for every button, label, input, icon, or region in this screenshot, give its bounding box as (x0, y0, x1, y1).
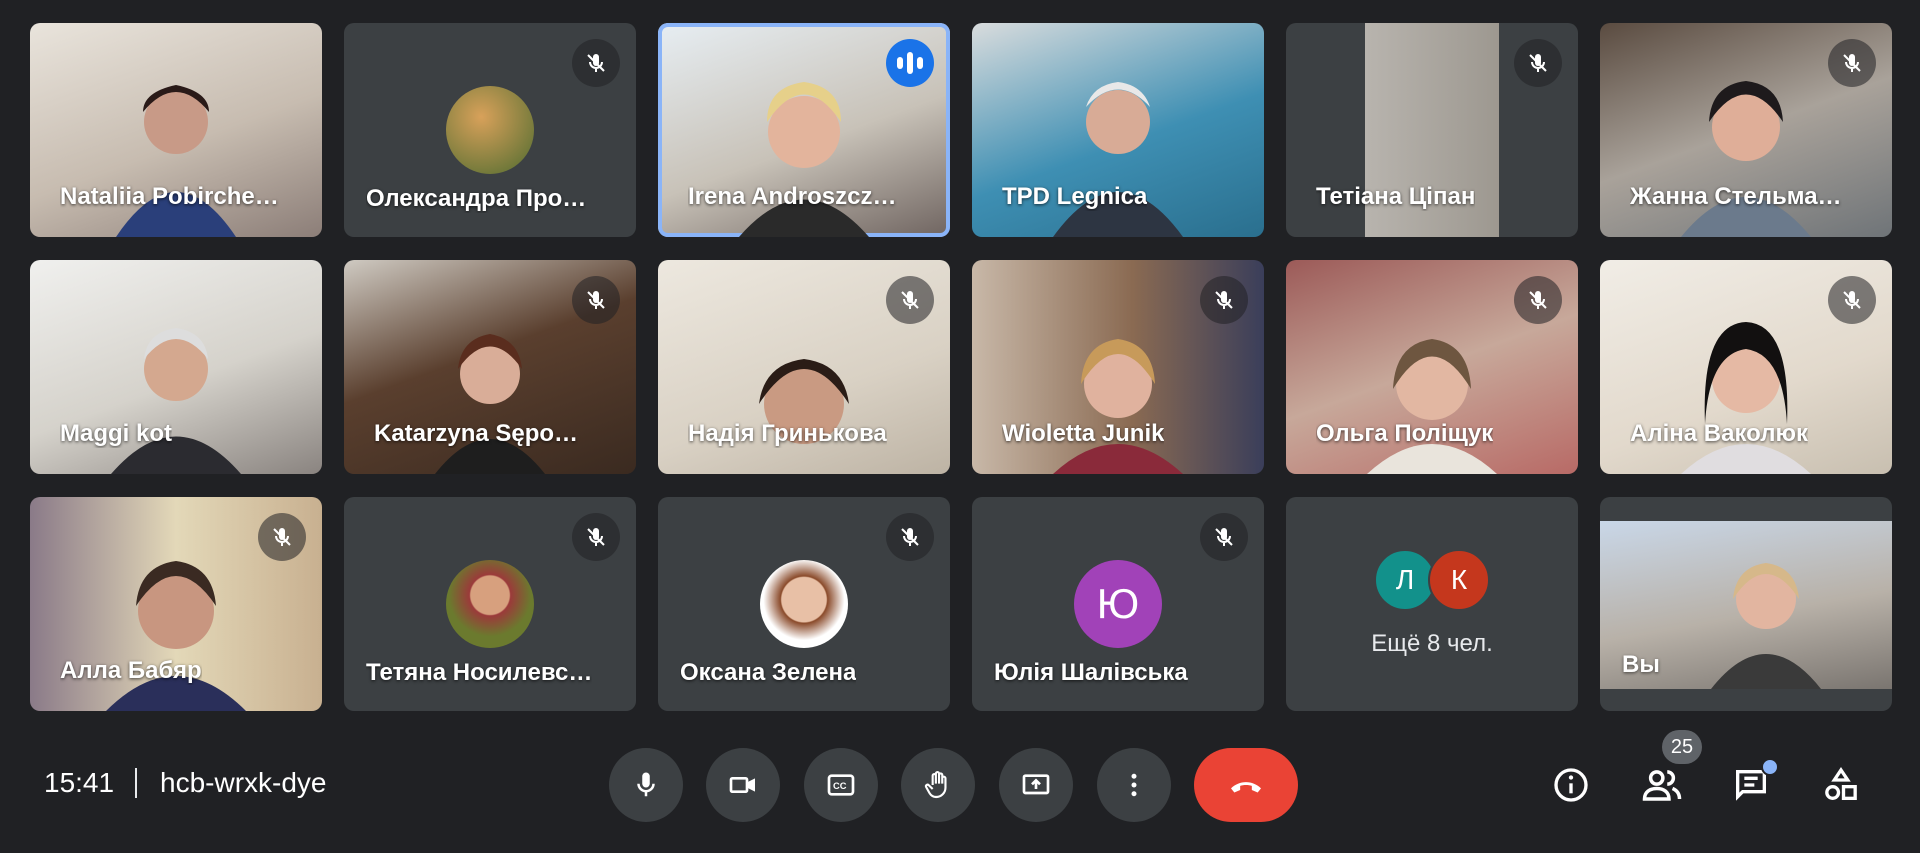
avatar: Ю (1074, 560, 1162, 648)
more-options-icon (1131, 773, 1137, 797)
mic-off-icon (1828, 276, 1876, 324)
participant-name: Оксана Зелена (680, 659, 857, 686)
captions-icon: CC (827, 774, 855, 796)
participant-video (1053, 339, 1183, 474)
mic-off-icon (886, 513, 934, 561)
avatar: Л (1374, 549, 1436, 611)
participant-tile[interactable]: Wioletta Junik (972, 260, 1264, 474)
present-screen-icon (1022, 774, 1050, 795)
avatar: К (1428, 549, 1490, 611)
participant-tile[interactable]: Тетіана Ціпан (1286, 23, 1578, 237)
participant-tile[interactable]: Тетяна Носилевс… (344, 497, 636, 711)
participant-name: Надія Гринькова (688, 420, 887, 447)
participant-video (739, 82, 869, 237)
participant-name: Тетіана Ціпан (1316, 183, 1476, 210)
divider (135, 768, 137, 798)
participant-video (111, 328, 241, 474)
people-button[interactable] (1637, 760, 1687, 810)
avatar (760, 560, 848, 648)
camera-icon (729, 777, 755, 793)
participant-video (106, 561, 246, 711)
meeting-details-button[interactable] (1546, 760, 1596, 810)
participant-tile[interactable]: Ю Юлія Шалівська (972, 497, 1264, 711)
speaking-indicator-icon (886, 39, 934, 87)
end-call-button[interactable] (1194, 748, 1298, 822)
participant-name: Жанна Стельма… (1630, 183, 1842, 210)
more-options-button[interactable] (1097, 748, 1171, 822)
info-icon (1554, 768, 1588, 802)
participant-tile[interactable]: Жанна Стельма… (1600, 23, 1892, 237)
participant-name: Maggi kot (60, 420, 172, 447)
mic-button[interactable] (609, 748, 683, 822)
raise-hand-icon (924, 771, 947, 799)
participant-tile[interactable]: Надія Гринькова (658, 260, 950, 474)
people-icon (1642, 770, 1682, 801)
participant-tile[interactable]: Maggi kot (30, 260, 322, 474)
participant-tile[interactable]: TPD Legnica (972, 23, 1264, 237)
more-participants-avatars: Л К (1374, 549, 1490, 611)
participant-video (1681, 322, 1811, 474)
participant-tile[interactable]: Ольга Поліщук (1286, 260, 1578, 474)
mic-off-icon (1828, 39, 1876, 87)
mic-off-icon (258, 513, 306, 561)
avatar (446, 560, 534, 648)
more-participants-label: Ещё 8 чел. (1371, 630, 1493, 657)
participant-video (1053, 82, 1183, 237)
self-name: Вы (1622, 651, 1660, 678)
participant-grid: Nataliia Pobirche… Олександра Про… Irena… (30, 23, 1892, 711)
mic-off-icon (572, 513, 620, 561)
people-count-badge: 25 (1662, 730, 1702, 764)
participant-tile[interactable]: Katarzyna Sępo… (344, 260, 636, 474)
participant-name: Irena Androszcz… (688, 183, 897, 210)
participant-name: Katarzyna Sępo… (374, 420, 579, 447)
mic-off-icon (1514, 39, 1562, 87)
activities-icon (1825, 766, 1857, 800)
participant-tile[interactable]: Nataliia Pobirche… (30, 23, 322, 237)
participant-video (435, 334, 545, 474)
mic-icon (637, 772, 655, 797)
camera-button[interactable] (706, 748, 780, 822)
more-participants-tile[interactable]: Л К Ещё 8 чел. (1286, 497, 1578, 711)
participant-name: Олександра Про… (366, 185, 587, 212)
participant-name: Wioletta Junik (1002, 420, 1165, 447)
mic-off-icon (1514, 276, 1562, 324)
avatar (446, 86, 534, 174)
participant-tile[interactable]: Оксана Зелена (658, 497, 950, 711)
participant-name: Аліна Ваколюк (1630, 420, 1808, 447)
svg-text:CC: CC (833, 781, 847, 791)
participant-tile[interactable]: Алла Бабяр (30, 497, 322, 711)
participant-name: Ольга Поліщук (1316, 420, 1494, 447)
participant-tile[interactable]: Олександра Про… (344, 23, 636, 237)
present-screen-button[interactable] (999, 748, 1073, 822)
participant-video (759, 359, 849, 444)
mic-off-icon (572, 276, 620, 324)
participant-tile[interactable]: Аліна Ваколюк (1600, 260, 1892, 474)
participant-video (116, 85, 236, 237)
participant-name: Юлія Шалівська (994, 659, 1188, 686)
participant-name: Тетяна Носилевс… (366, 659, 593, 686)
participant-video (1367, 339, 1497, 474)
self-tile[interactable]: Вы (1600, 497, 1892, 711)
participant-name: Nataliia Pobirche… (60, 183, 279, 210)
chat-notification-dot (1761, 758, 1779, 776)
activities-button[interactable] (1816, 760, 1866, 810)
participant-name: Алла Бабяр (60, 657, 202, 684)
bottom-bar: 15:41 hcb-wrxk-dye CC 25 (0, 730, 1920, 840)
participant-video (1681, 81, 1811, 237)
raise-hand-button[interactable] (901, 748, 975, 822)
mic-off-icon (1200, 276, 1248, 324)
end-call-icon (1231, 782, 1261, 793)
mic-off-icon (886, 276, 934, 324)
clock: 15:41 (44, 767, 115, 798)
mic-off-icon (572, 39, 620, 87)
meeting-code[interactable]: hcb-wrxk-dye (160, 767, 326, 799)
participant-tile[interactable]: Irena Androszcz… (658, 23, 950, 237)
captions-button[interactable]: CC (804, 748, 878, 822)
participant-name: TPD Legnica (1002, 183, 1148, 210)
mic-off-icon (1200, 513, 1248, 561)
